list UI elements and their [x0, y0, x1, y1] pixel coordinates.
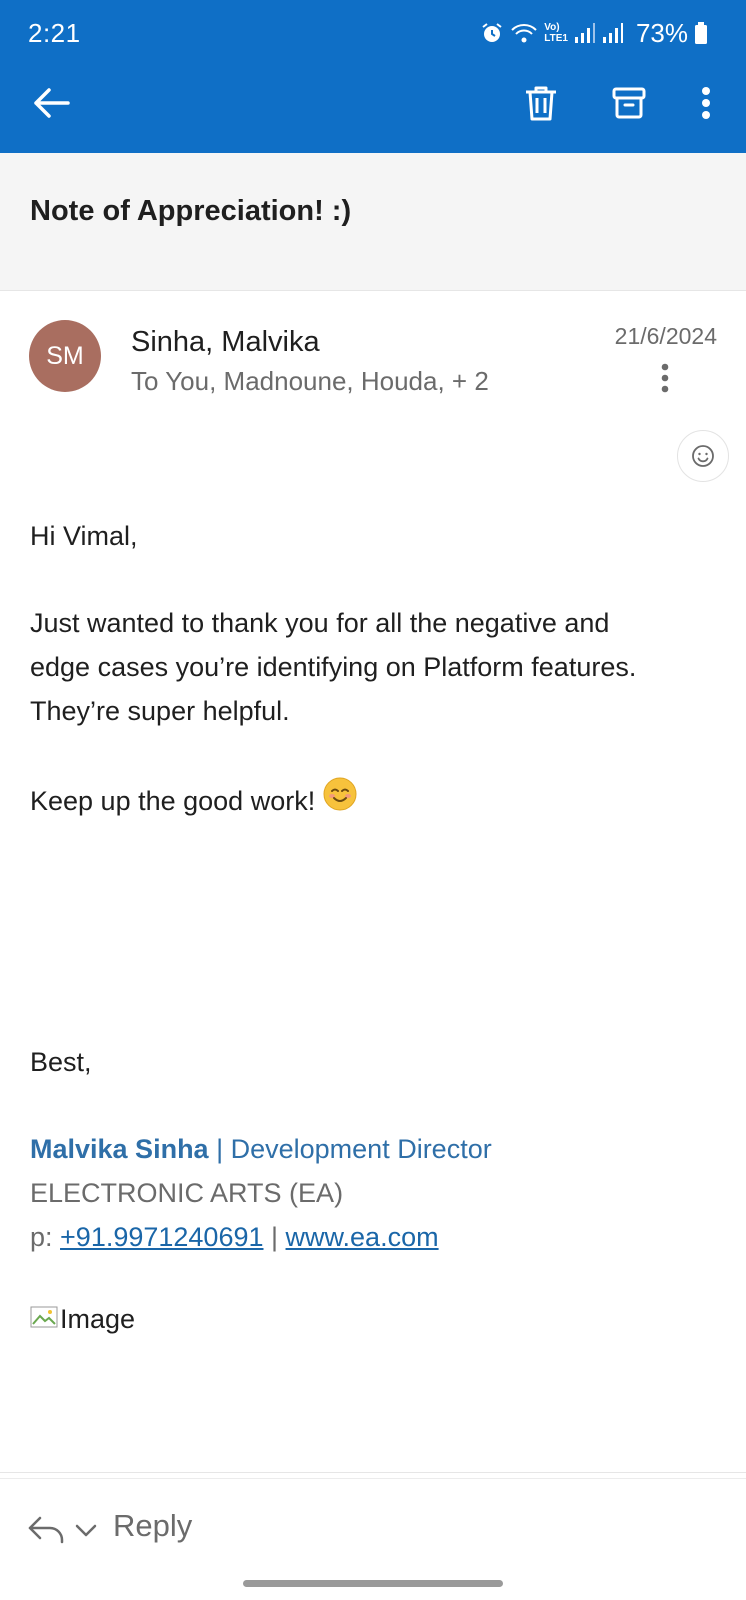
- signal-1-icon: [574, 22, 596, 44]
- status-icons: Vo) LTE1 73%: [480, 18, 708, 48]
- trash-icon: [526, 86, 556, 121]
- wifi-icon: [510, 22, 538, 44]
- contact-separator: |: [263, 1222, 286, 1252]
- more-options-button[interactable]: [683, 80, 729, 126]
- back-button[interactable]: [30, 82, 72, 124]
- phone-link[interactable]: +91.9971240691: [60, 1222, 263, 1252]
- alarm-icon: [480, 21, 504, 45]
- paragraph-line: They’re super helpful.: [30, 696, 290, 726]
- archive-icon: [612, 87, 646, 119]
- paragraph-line: edge cases you’re identifying on Platfor…: [30, 652, 637, 682]
- email-date: 21/6/2024: [614, 323, 717, 349]
- signal-2-icon: [602, 22, 624, 44]
- reaction-button[interactable]: [677, 430, 729, 482]
- paragraph-line: Just wanted to thank you for all the neg…: [30, 608, 610, 638]
- app-bar: 2:21 Vo) LTE1 73%: [0, 0, 746, 153]
- email-closing: Best,: [30, 1047, 92, 1077]
- reply-options-chevron-down-icon[interactable]: [72, 1516, 100, 1544]
- reply-button[interactable]: Reply: [113, 1508, 192, 1544]
- smiling-face-emoji-icon: [323, 777, 357, 824]
- broken-image-icon: [30, 1306, 58, 1328]
- battery-icon: [694, 22, 708, 44]
- signature-name-line: Malvika Sinha | Development Director: [30, 1127, 492, 1171]
- signature-image: Image: [30, 1304, 135, 1335]
- keep-up-line: Keep up the good work!: [30, 777, 357, 824]
- more-vertical-icon: [702, 87, 710, 119]
- network-type-label: Vo) LTE1: [544, 22, 568, 44]
- website-link[interactable]: www.ea.com: [286, 1222, 439, 1252]
- email-greeting: Hi Vimal,: [30, 521, 138, 551]
- recipients-line[interactable]: To You, Madnoune, Houda, + 2: [131, 366, 489, 397]
- smiley-icon: [692, 445, 714, 467]
- email-paragraph: Just wanted to thank you for all the neg…: [30, 601, 636, 733]
- phone-prefix: p:: [30, 1222, 61, 1252]
- reply-icon[interactable]: [26, 1510, 66, 1550]
- keep-up-text: Keep up the good work!: [30, 785, 316, 816]
- signature-name: Malvika Sinha: [30, 1134, 209, 1164]
- signature-title: Development Director: [230, 1134, 492, 1164]
- subject-bar: Note of Appreciation! :): [0, 153, 746, 291]
- signature-separator: |: [208, 1134, 231, 1164]
- email-subject: Note of Appreciation! :): [30, 195, 352, 227]
- signature-company: ELECTRONIC ARTS (EA): [30, 1178, 344, 1208]
- signature-contact-line: p: +91.9971240691 | www.ea.com: [30, 1215, 439, 1259]
- status-time: 2:21: [28, 18, 81, 48]
- more-vertical-icon: [661, 363, 669, 393]
- network-label-bottom: LTE1: [544, 33, 568, 44]
- arrow-left-icon: [34, 88, 70, 118]
- divider: [0, 1478, 746, 1479]
- delete-button[interactable]: [518, 80, 564, 126]
- message-more-button[interactable]: [650, 360, 680, 396]
- image-alt-text: Image: [60, 1304, 136, 1334]
- sender-name[interactable]: Sinha, Malvika: [131, 326, 320, 359]
- sender-avatar[interactable]: SM: [29, 320, 101, 392]
- battery-percentage: 73%: [635, 17, 688, 48]
- home-indicator[interactable]: [243, 1580, 503, 1587]
- archive-button[interactable]: [606, 80, 652, 126]
- network-label-top: Vo): [544, 22, 560, 33]
- divider: [0, 1472, 746, 1473]
